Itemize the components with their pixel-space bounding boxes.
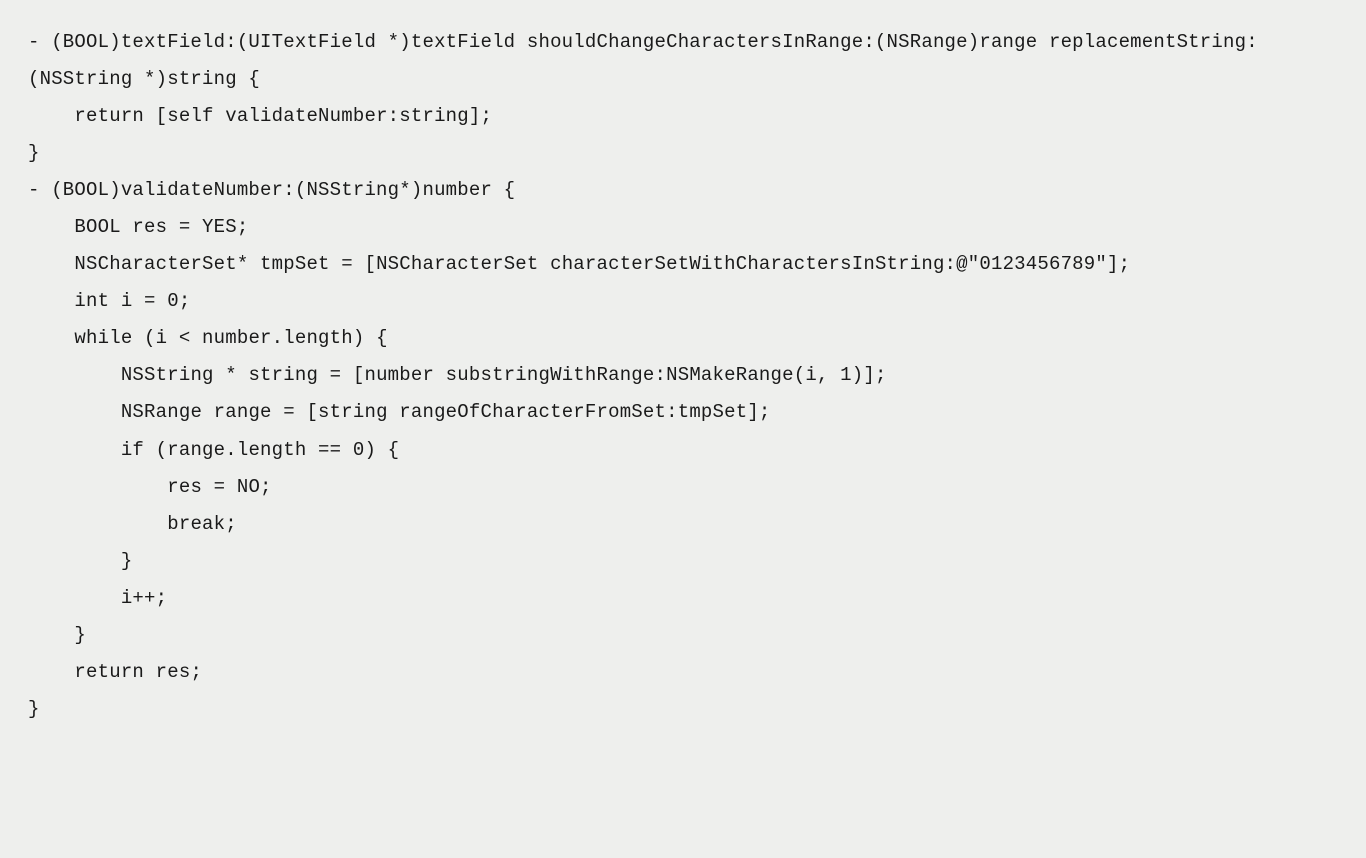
code-line: }	[28, 617, 1338, 654]
code-line: NSRange range = [string rangeOfCharacter…	[28, 394, 1338, 431]
code-line: BOOL res = YES;	[28, 209, 1338, 246]
code-line: }	[28, 543, 1338, 580]
code-line: i++;	[28, 580, 1338, 617]
code-line: - (BOOL)textField:(UITextField *)textFie…	[28, 24, 1338, 98]
code-line: res = NO;	[28, 469, 1338, 506]
code-line: }	[28, 135, 1338, 172]
code-line: while (i < number.length) {	[28, 320, 1338, 357]
code-line: }	[28, 691, 1338, 728]
code-line: break;	[28, 506, 1338, 543]
code-line: return res;	[28, 654, 1338, 691]
code-line: return [self validateNumber:string];	[28, 98, 1338, 135]
code-line: NSString * string = [number substringWit…	[28, 357, 1338, 394]
code-line: if (range.length == 0) {	[28, 432, 1338, 469]
code-line: NSCharacterSet* tmpSet = [NSCharacterSet…	[28, 246, 1338, 283]
code-block: - (BOOL)textField:(UITextField *)textFie…	[28, 24, 1338, 728]
code-line: int i = 0;	[28, 283, 1338, 320]
code-line: - (BOOL)validateNumber:(NSString*)number…	[28, 172, 1338, 209]
